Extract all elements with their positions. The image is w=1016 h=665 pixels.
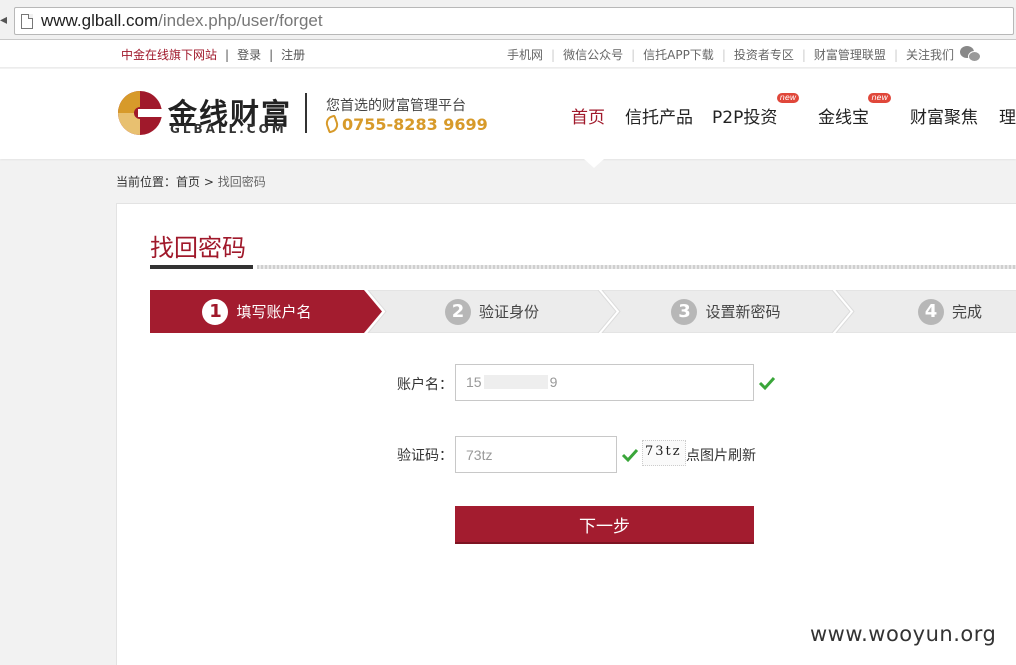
nav-item-jinxianbao-label: 金线宝 — [818, 108, 869, 128]
step-number: 3 — [671, 298, 698, 325]
wealth-alliance-link[interactable]: 财富管理联盟 — [814, 48, 886, 62]
nav-item-p2p-label: P2P投资 — [712, 108, 778, 128]
login-link[interactable]: 登录 — [237, 48, 261, 62]
register-link[interactable]: 注册 — [281, 48, 305, 62]
step-label: 设置新密码 — [705, 303, 781, 321]
top-right-links: 手机网 | 微信公众号 | 信托APP下载 | 投资者专区 | 财富管理联盟 | 关注我们 — [507, 46, 982, 63]
nav-item-wealth-focus[interactable]: 财富聚焦 — [910, 103, 978, 128]
next-step-button[interactable]: 下一步 — [455, 506, 754, 544]
breadcrumb-separator: > — [203, 175, 214, 189]
browser-address-bar: ◂ www.glball.com/index.php/user/forget — [0, 0, 1016, 40]
breadcrumb-current: 找回密码 — [217, 175, 266, 189]
back-arrow-icon[interactable]: ◂ — [0, 12, 8, 28]
refresh-captcha-link[interactable]: 点图片刷新 — [686, 445, 756, 465]
masked-digits — [483, 375, 548, 389]
url-field[interactable]: www.glball.com/index.php/user/forget — [14, 7, 1014, 35]
wechat-account-link[interactable]: 微信公众号 — [563, 48, 623, 62]
wechat-icon[interactable] — [960, 46, 982, 62]
breadcrumb: 当前位置：首页 > 找回密码 — [116, 173, 266, 190]
step-progress: 1 填写账户名 2 验证身份 3 设置新密码 4 完成 — [150, 290, 1016, 333]
step-4: 4 完成 — [854, 290, 1016, 333]
step-number: 1 — [202, 298, 229, 325]
captcha-label: 验证码： — [397, 448, 453, 464]
nav-item-trust-products[interactable]: 信托产品 — [625, 103, 693, 128]
follow-us-link[interactable]: 关注我们 — [906, 48, 954, 62]
investor-zone-link[interactable]: 投资者专区 — [734, 48, 794, 62]
check-icon — [758, 376, 776, 391]
mobile-site-link[interactable]: 手机网 — [507, 48, 543, 62]
site-brand-link[interactable]: 中金在线旗下网站 — [121, 48, 217, 62]
trust-app-download-link[interactable]: 信托APP下载 — [643, 48, 714, 62]
check-icon — [621, 448, 639, 463]
nav-active-pointer — [584, 159, 604, 168]
step-label: 验证身份 — [478, 303, 539, 321]
top-links-bar: 中金在线旗下网站 | 登录 | 注册 手机网 | 微信公众号 | 信托APP下载 | 投资者专区 | 财… — [0, 40, 1016, 68]
step-label: 完成 — [952, 303, 983, 321]
account-value-tail: 9 — [549, 374, 558, 390]
url-path: /index.php/user/forget — [158, 11, 323, 30]
step-3: 3 设置新密码 — [620, 290, 832, 333]
page-title: 找回密码 — [150, 234, 246, 262]
account-label: 账户名： — [397, 377, 453, 393]
step-1: 1 填写账户名 — [150, 290, 364, 333]
new-badge: new — [776, 93, 800, 103]
captcha-input[interactable] — [455, 436, 617, 473]
title-divider — [257, 265, 1016, 269]
step-2: 2 验证身份 — [386, 290, 598, 333]
captcha-image[interactable]: 73tz — [642, 440, 686, 466]
account-input[interactable]: 15 9 — [455, 364, 754, 401]
nav-item-jinxianbao[interactable]: 金线宝 new — [818, 93, 891, 128]
url-host: www.glball.com — [41, 11, 159, 30]
account-value: 15 — [466, 374, 482, 390]
site-header: 金线财富 GLBALL.COM 您首选的财富管理平台 0755-8283 969… — [0, 69, 1016, 168]
breadcrumb-prefix: 当前位置： — [116, 175, 177, 189]
nav-item-home[interactable]: 首页 — [571, 103, 605, 128]
page-icon — [21, 14, 33, 29]
title-underline — [150, 265, 253, 269]
main-card: 找回密码 1 填写账户名 2 验证身份 3 设置新密码 4 完成 账户名： 15 9 验证… — [116, 203, 1016, 665]
new-badge: new — [868, 93, 891, 103]
step-number: 2 — [444, 298, 471, 325]
step-number: 4 — [918, 298, 944, 325]
nav-item-p2p[interactable]: P2P投资 new — [712, 93, 800, 128]
breadcrumb-home[interactable]: 首页 — [176, 175, 200, 189]
nav-item-more[interactable]: 理 — [999, 103, 1016, 128]
url-text: www.glball.com/index.php/user/forget — [41, 11, 323, 31]
step-label: 填写账户名 — [236, 303, 312, 321]
watermark: www.wooyun.org — [810, 622, 997, 646]
main-nav: 首页 信托产品 P2P投资 new 金线宝 new 财富聚焦 理 — [0, 69, 1016, 159]
